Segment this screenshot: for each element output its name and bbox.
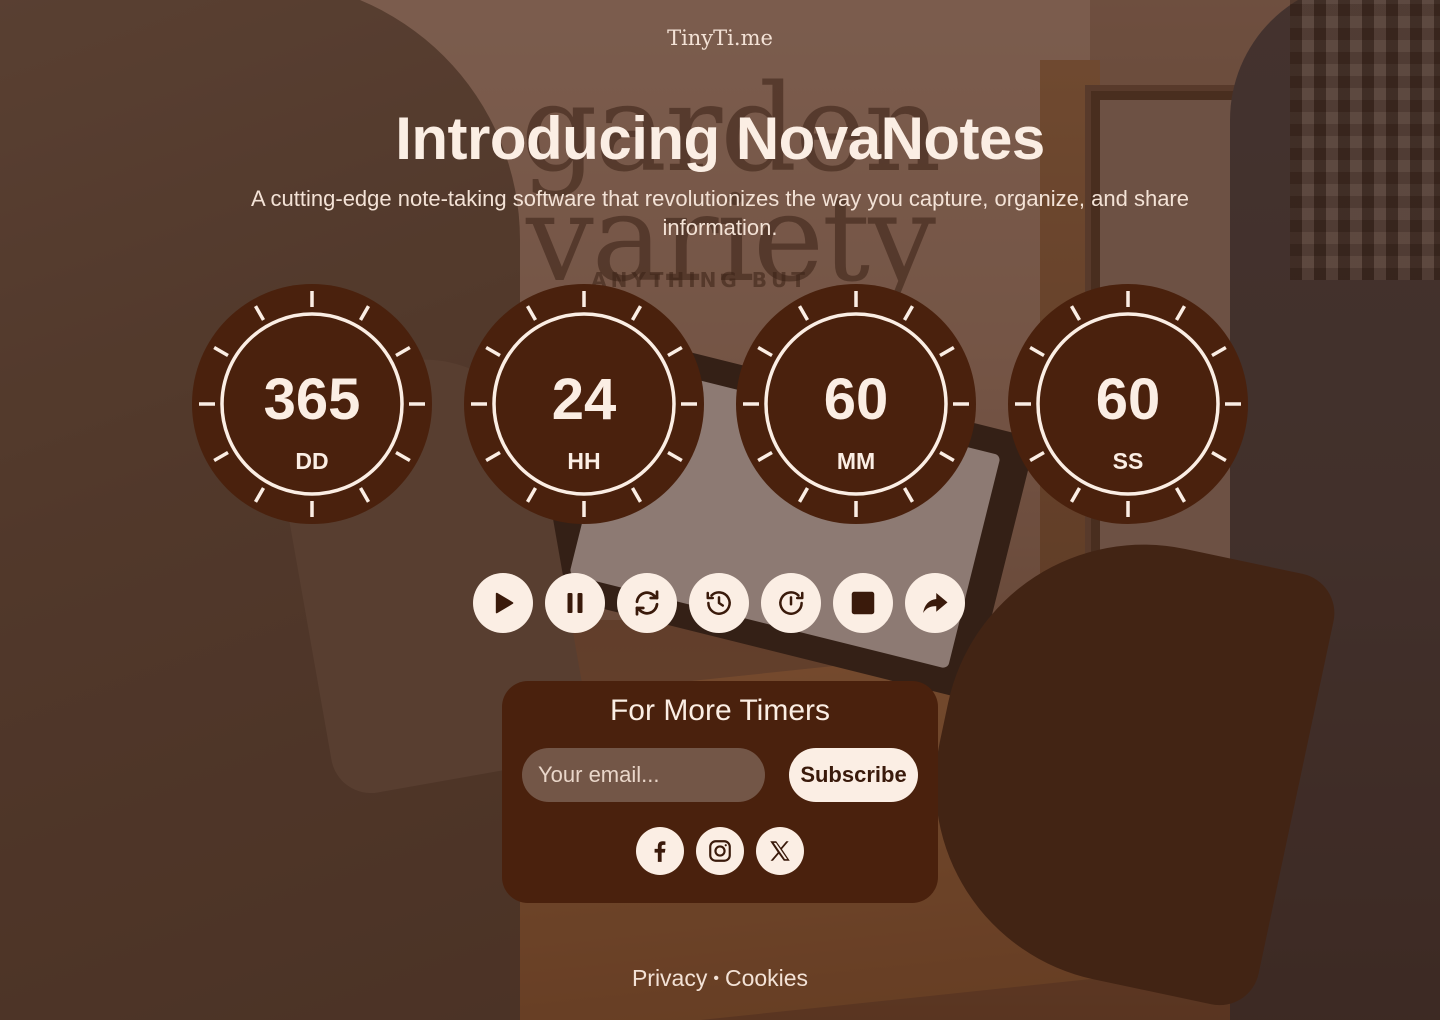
cookies-link[interactable]: Cookies (725, 965, 808, 991)
stop-icon (851, 591, 875, 615)
footer-separator: • (713, 970, 719, 987)
play-button[interactable] (473, 573, 533, 633)
play-icon (495, 592, 514, 614)
facebook-link[interactable] (636, 827, 684, 875)
countdown-days: 365 DD (192, 284, 432, 524)
countdown-minutes: 60 MM (736, 284, 976, 524)
brand-logo[interactable]: TinyTi.me (0, 26, 1440, 50)
email-input[interactable] (522, 748, 765, 802)
page-subtitle: A cutting-edge note-taking software that… (250, 186, 1189, 240)
instagram-link[interactable] (696, 827, 744, 875)
countdown-hours: 24 HH (464, 284, 704, 524)
share-button[interactable] (905, 573, 965, 633)
timer-controls (473, 573, 973, 633)
share-icon (923, 593, 948, 613)
subscribe-title: For More Timers (609, 694, 831, 727)
countdown-minutes-label: MM (836, 448, 876, 474)
restart-button[interactable] (617, 573, 677, 633)
footer: Privacy • Cookies (0, 965, 1440, 992)
instagram-icon (709, 840, 731, 862)
pause-button[interactable] (545, 573, 605, 633)
countdown-seconds: 60 SS (1008, 284, 1248, 524)
countdown-days-label: DD (295, 448, 329, 474)
countdown-hours-value: 24 (551, 367, 617, 432)
countdown-seconds-value: 60 (1095, 367, 1161, 432)
timer-reset-button[interactable] (761, 573, 821, 633)
subscribe-card: For More Timers Subscribe (502, 681, 938, 903)
stop-button[interactable] (833, 573, 893, 633)
countdown-minutes-value: 60 (823, 367, 889, 432)
countdown-days-value: 365 (263, 367, 361, 432)
privacy-link[interactable]: Privacy (632, 965, 707, 991)
facebook-icon (654, 841, 666, 862)
x-icon (770, 841, 790, 861)
refresh-icon (635, 590, 659, 616)
countdown-hours-label: HH (567, 448, 601, 474)
pause-icon (567, 593, 583, 613)
page-title: Introducing NovaNotes (395, 105, 1045, 172)
x-link[interactable] (756, 827, 804, 875)
history-icon (706, 591, 731, 615)
history-button[interactable] (689, 573, 749, 633)
timer-reset-icon (779, 591, 804, 615)
subscribe-button[interactable]: Subscribe (789, 748, 918, 802)
countdown-seconds-label: SS (1112, 448, 1144, 474)
